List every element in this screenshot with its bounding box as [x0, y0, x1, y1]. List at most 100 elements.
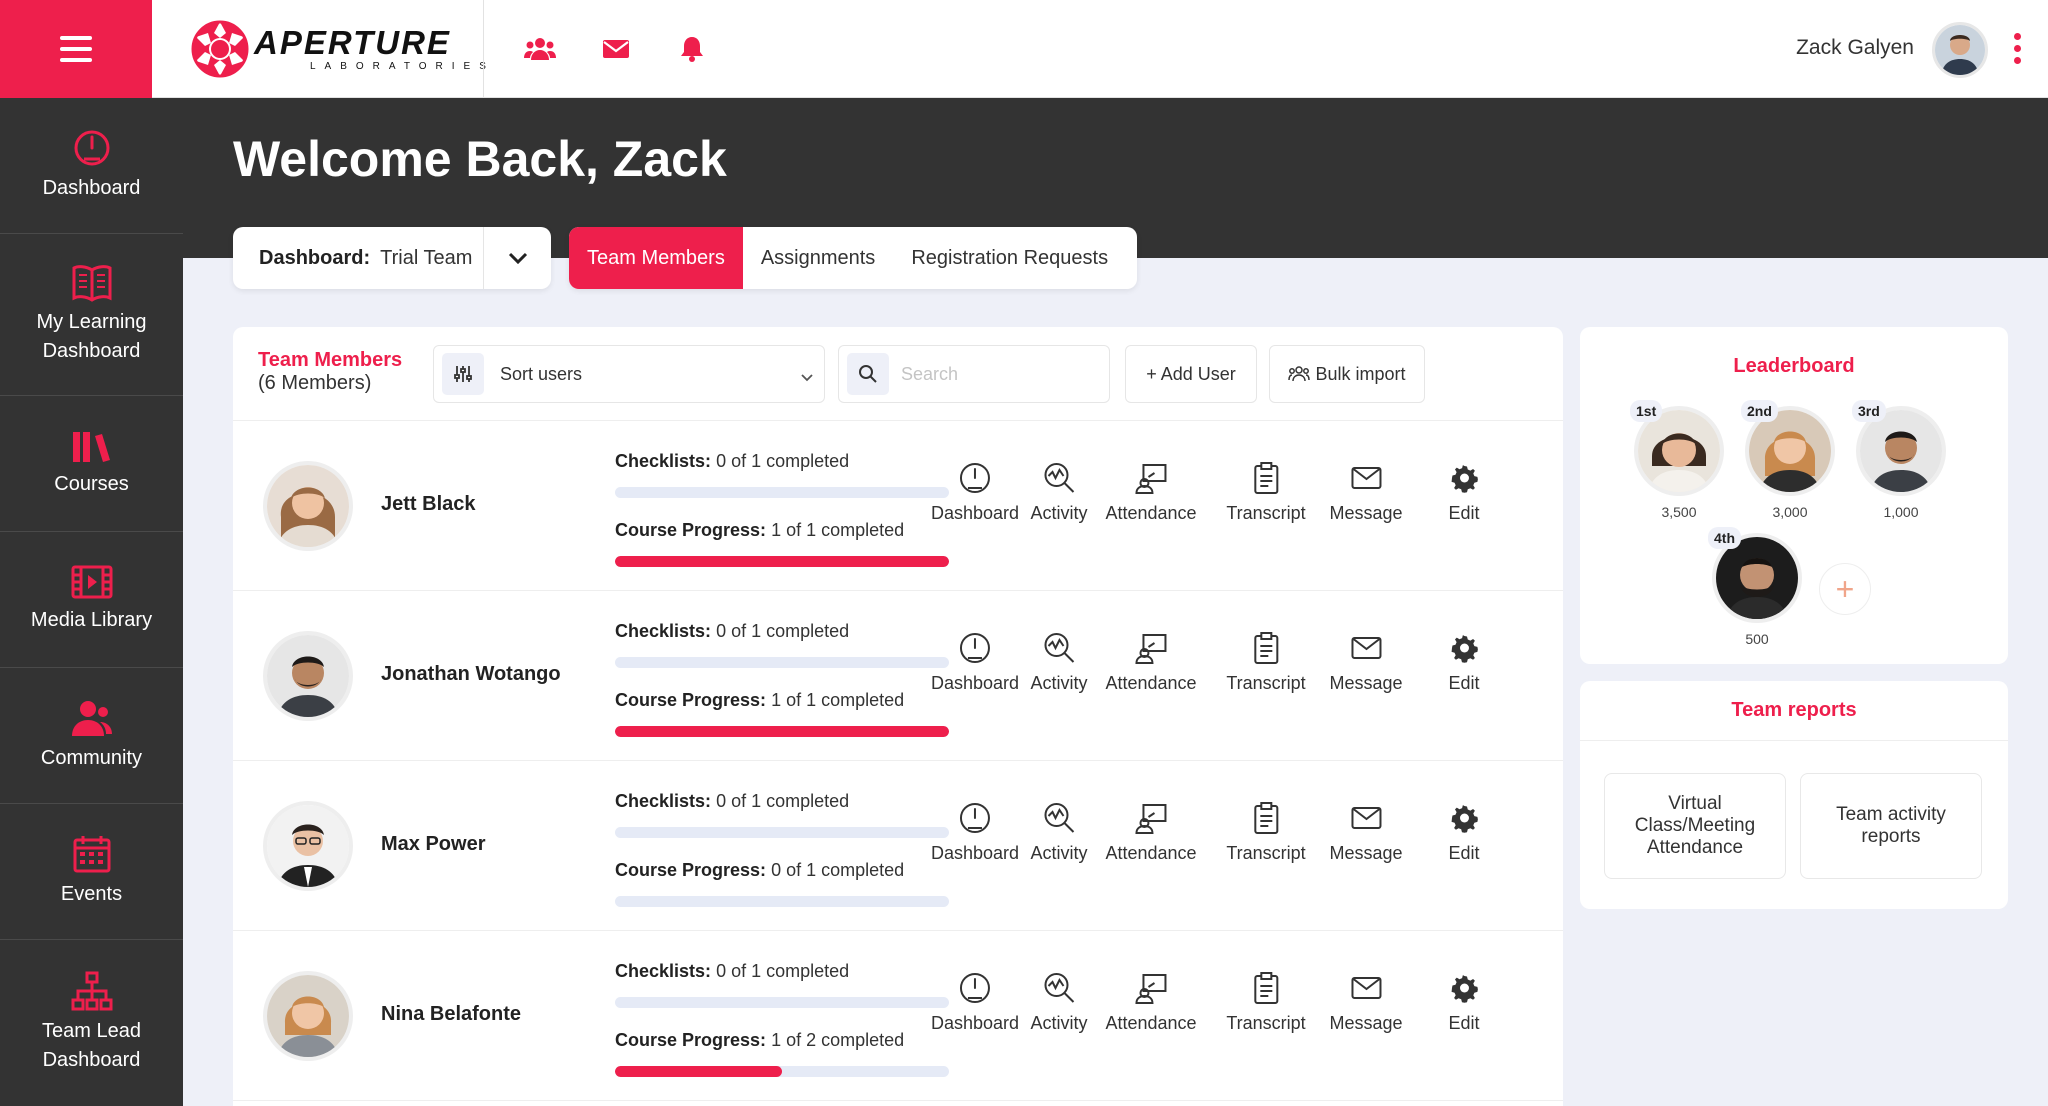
points: 3,500: [1634, 504, 1724, 520]
action-label: Transcript: [1226, 843, 1305, 864]
dashboard-icon: [958, 971, 992, 1013]
tab-team-members[interactable]: Team Members: [569, 227, 743, 289]
sidebar-item-events[interactable]: Events: [0, 804, 183, 940]
member-message-action[interactable]: Message: [1329, 461, 1402, 524]
team-activity-report[interactable]: Team activity reports: [1800, 773, 1982, 879]
member-transcript-action[interactable]: Transcript: [1226, 971, 1305, 1034]
action-label: Message: [1329, 843, 1402, 864]
checklist-progress-bar: [615, 657, 949, 668]
search-input[interactable]: [901, 364, 1091, 385]
member-message-action[interactable]: Message: [1329, 971, 1402, 1034]
sidebar-item-media-library[interactable]: Media Library: [0, 532, 183, 668]
course-progress-bar: [615, 726, 949, 737]
bulk-import-button[interactable]: Bulk import: [1269, 345, 1425, 403]
member-attendance-action[interactable]: Attendance: [1105, 971, 1196, 1034]
leaderboard-entry[interactable]: 2nd 3,000: [1745, 406, 1835, 520]
tab-assignments[interactable]: Assignments: [743, 227, 894, 289]
member-transcript-action[interactable]: Transcript: [1226, 461, 1305, 524]
course-progress-value: 1 of 1 completed: [771, 520, 904, 540]
member-activity-action[interactable]: Activity: [1030, 801, 1087, 864]
member-message-action[interactable]: Message: [1329, 631, 1402, 694]
checklist-value: 0 of 1 completed: [716, 961, 849, 981]
mail-icon[interactable]: [600, 33, 632, 65]
member-attendance-action[interactable]: Attendance: [1105, 801, 1196, 864]
action-label: Dashboard: [931, 843, 1019, 864]
avatar[interactable]: [263, 461, 353, 551]
brand-logo[interactable]: APERTURE LABORATORIES: [190, 18, 495, 80]
action-label: Message: [1329, 503, 1402, 524]
chevron-down-icon[interactable]: [483, 227, 551, 289]
menu-button[interactable]: [0, 0, 152, 98]
checklist-label: Checklists:: [615, 451, 711, 471]
member-dashboard-action[interactable]: Dashboard: [931, 461, 1019, 524]
team-reports-card: Team reports Virtual Class/Meeting Atten…: [1580, 681, 2008, 909]
member-attendance-action[interactable]: Attendance: [1105, 461, 1196, 524]
checklist-progress-bar: [615, 827, 949, 838]
panel-title: Team Members (6 Members): [258, 349, 402, 395]
member-transcript-action[interactable]: Transcript: [1226, 801, 1305, 864]
dashboard-icon: [958, 461, 992, 503]
user-name[interactable]: Zack Galyen: [1796, 36, 1914, 60]
member-dashboard-action[interactable]: Dashboard: [931, 801, 1019, 864]
user-avatar[interactable]: [1932, 22, 1988, 78]
checklist-progress-bar: [615, 997, 949, 1008]
member-name[interactable]: Jett Black: [381, 493, 476, 516]
avatar[interactable]: [263, 801, 353, 891]
member-edit-action[interactable]: Edit: [1448, 461, 1479, 524]
sidebar-item-team-lead-dashboard[interactable]: Team Lead Dashboard: [0, 940, 183, 1106]
bulk-import-label: Bulk import: [1315, 364, 1405, 385]
tab-registration-requests[interactable]: Registration Requests: [893, 227, 1126, 289]
member-progress: Checklists: 0 of 1 completedCourse Progr…: [615, 791, 949, 907]
member-actions: DashboardActivityAttendanceTranscriptMes…: [975, 461, 1495, 551]
sidebar-item-community[interactable]: Community: [0, 668, 183, 804]
avatar[interactable]: [263, 631, 353, 721]
member-activity-action[interactable]: Activity: [1030, 971, 1087, 1034]
virtual-class-attendance-report[interactable]: Virtual Class/Meeting Attendance: [1604, 773, 1786, 879]
dashboard-select-value: Trial Team: [380, 247, 472, 270]
search-field[interactable]: [838, 345, 1110, 403]
leaderboard-entry[interactable]: 3rd 1,000: [1856, 406, 1946, 520]
sidebar-item-my-learning[interactable]: My Learning Dashboard: [0, 234, 183, 396]
member-edit-action[interactable]: Edit: [1448, 801, 1479, 864]
leaderboard-entry[interactable]: 1st 3,500: [1634, 406, 1724, 520]
activity-icon: [1042, 971, 1076, 1013]
page-title: Welcome Back, Zack: [233, 130, 727, 188]
member-message-action[interactable]: Message: [1329, 801, 1402, 864]
table-row: Nina Belafonte Checklists: 0 of 1 complet…: [233, 931, 1563, 1101]
transcript-icon: [1249, 461, 1283, 503]
leaderboard-entry[interactable]: 4th 500: [1712, 533, 1802, 647]
add-leaderboard-button[interactable]: +: [1819, 563, 1871, 615]
add-user-button[interactable]: + Add User: [1125, 345, 1257, 403]
member-edit-action[interactable]: Edit: [1448, 631, 1479, 694]
team-icon[interactable]: [524, 33, 556, 65]
member-activity-action[interactable]: Activity: [1030, 461, 1087, 524]
member-dashboard-action[interactable]: Dashboard: [931, 971, 1019, 1034]
member-name[interactable]: Jonathan Wotango: [381, 663, 561, 686]
edit-icon: [1449, 461, 1479, 503]
sidebar-item-label: Courses: [54, 470, 128, 499]
avatar[interactable]: [263, 971, 353, 1061]
member-edit-action[interactable]: Edit: [1448, 971, 1479, 1034]
bell-icon[interactable]: [676, 33, 708, 65]
member-dashboard-action[interactable]: Dashboard: [931, 631, 1019, 694]
member-transcript-action[interactable]: Transcript: [1226, 631, 1305, 694]
sidebar-item-dashboard[interactable]: Dashboard: [0, 98, 183, 234]
points: 3,000: [1745, 504, 1835, 520]
sort-users-select[interactable]: Sort users: [433, 345, 825, 403]
books-icon: [71, 428, 113, 464]
edit-icon: [1449, 971, 1479, 1013]
member-attendance-action[interactable]: Attendance: [1105, 631, 1196, 694]
more-options-icon[interactable]: [2014, 33, 2022, 67]
action-label: Edit: [1448, 503, 1479, 524]
message-icon: [1349, 801, 1383, 843]
member-progress: Checklists: 0 of 1 completedCourse Progr…: [615, 961, 949, 1077]
member-name[interactable]: Nina Belafonte: [381, 1003, 521, 1026]
table-row: Jett BlackChecklists: 0 of 1 completedCo…: [233, 421, 1563, 591]
sidebar: Dashboard My Learning Dashboard Courses …: [0, 98, 183, 1106]
points: 500: [1712, 631, 1802, 647]
member-activity-action[interactable]: Activity: [1030, 631, 1087, 694]
member-name[interactable]: Max Power: [381, 833, 485, 856]
sidebar-item-courses[interactable]: Courses: [0, 396, 183, 532]
dashboard-select[interactable]: Dashboard: Trial Team: [233, 227, 551, 289]
brand-name: APERTURE: [254, 26, 495, 59]
